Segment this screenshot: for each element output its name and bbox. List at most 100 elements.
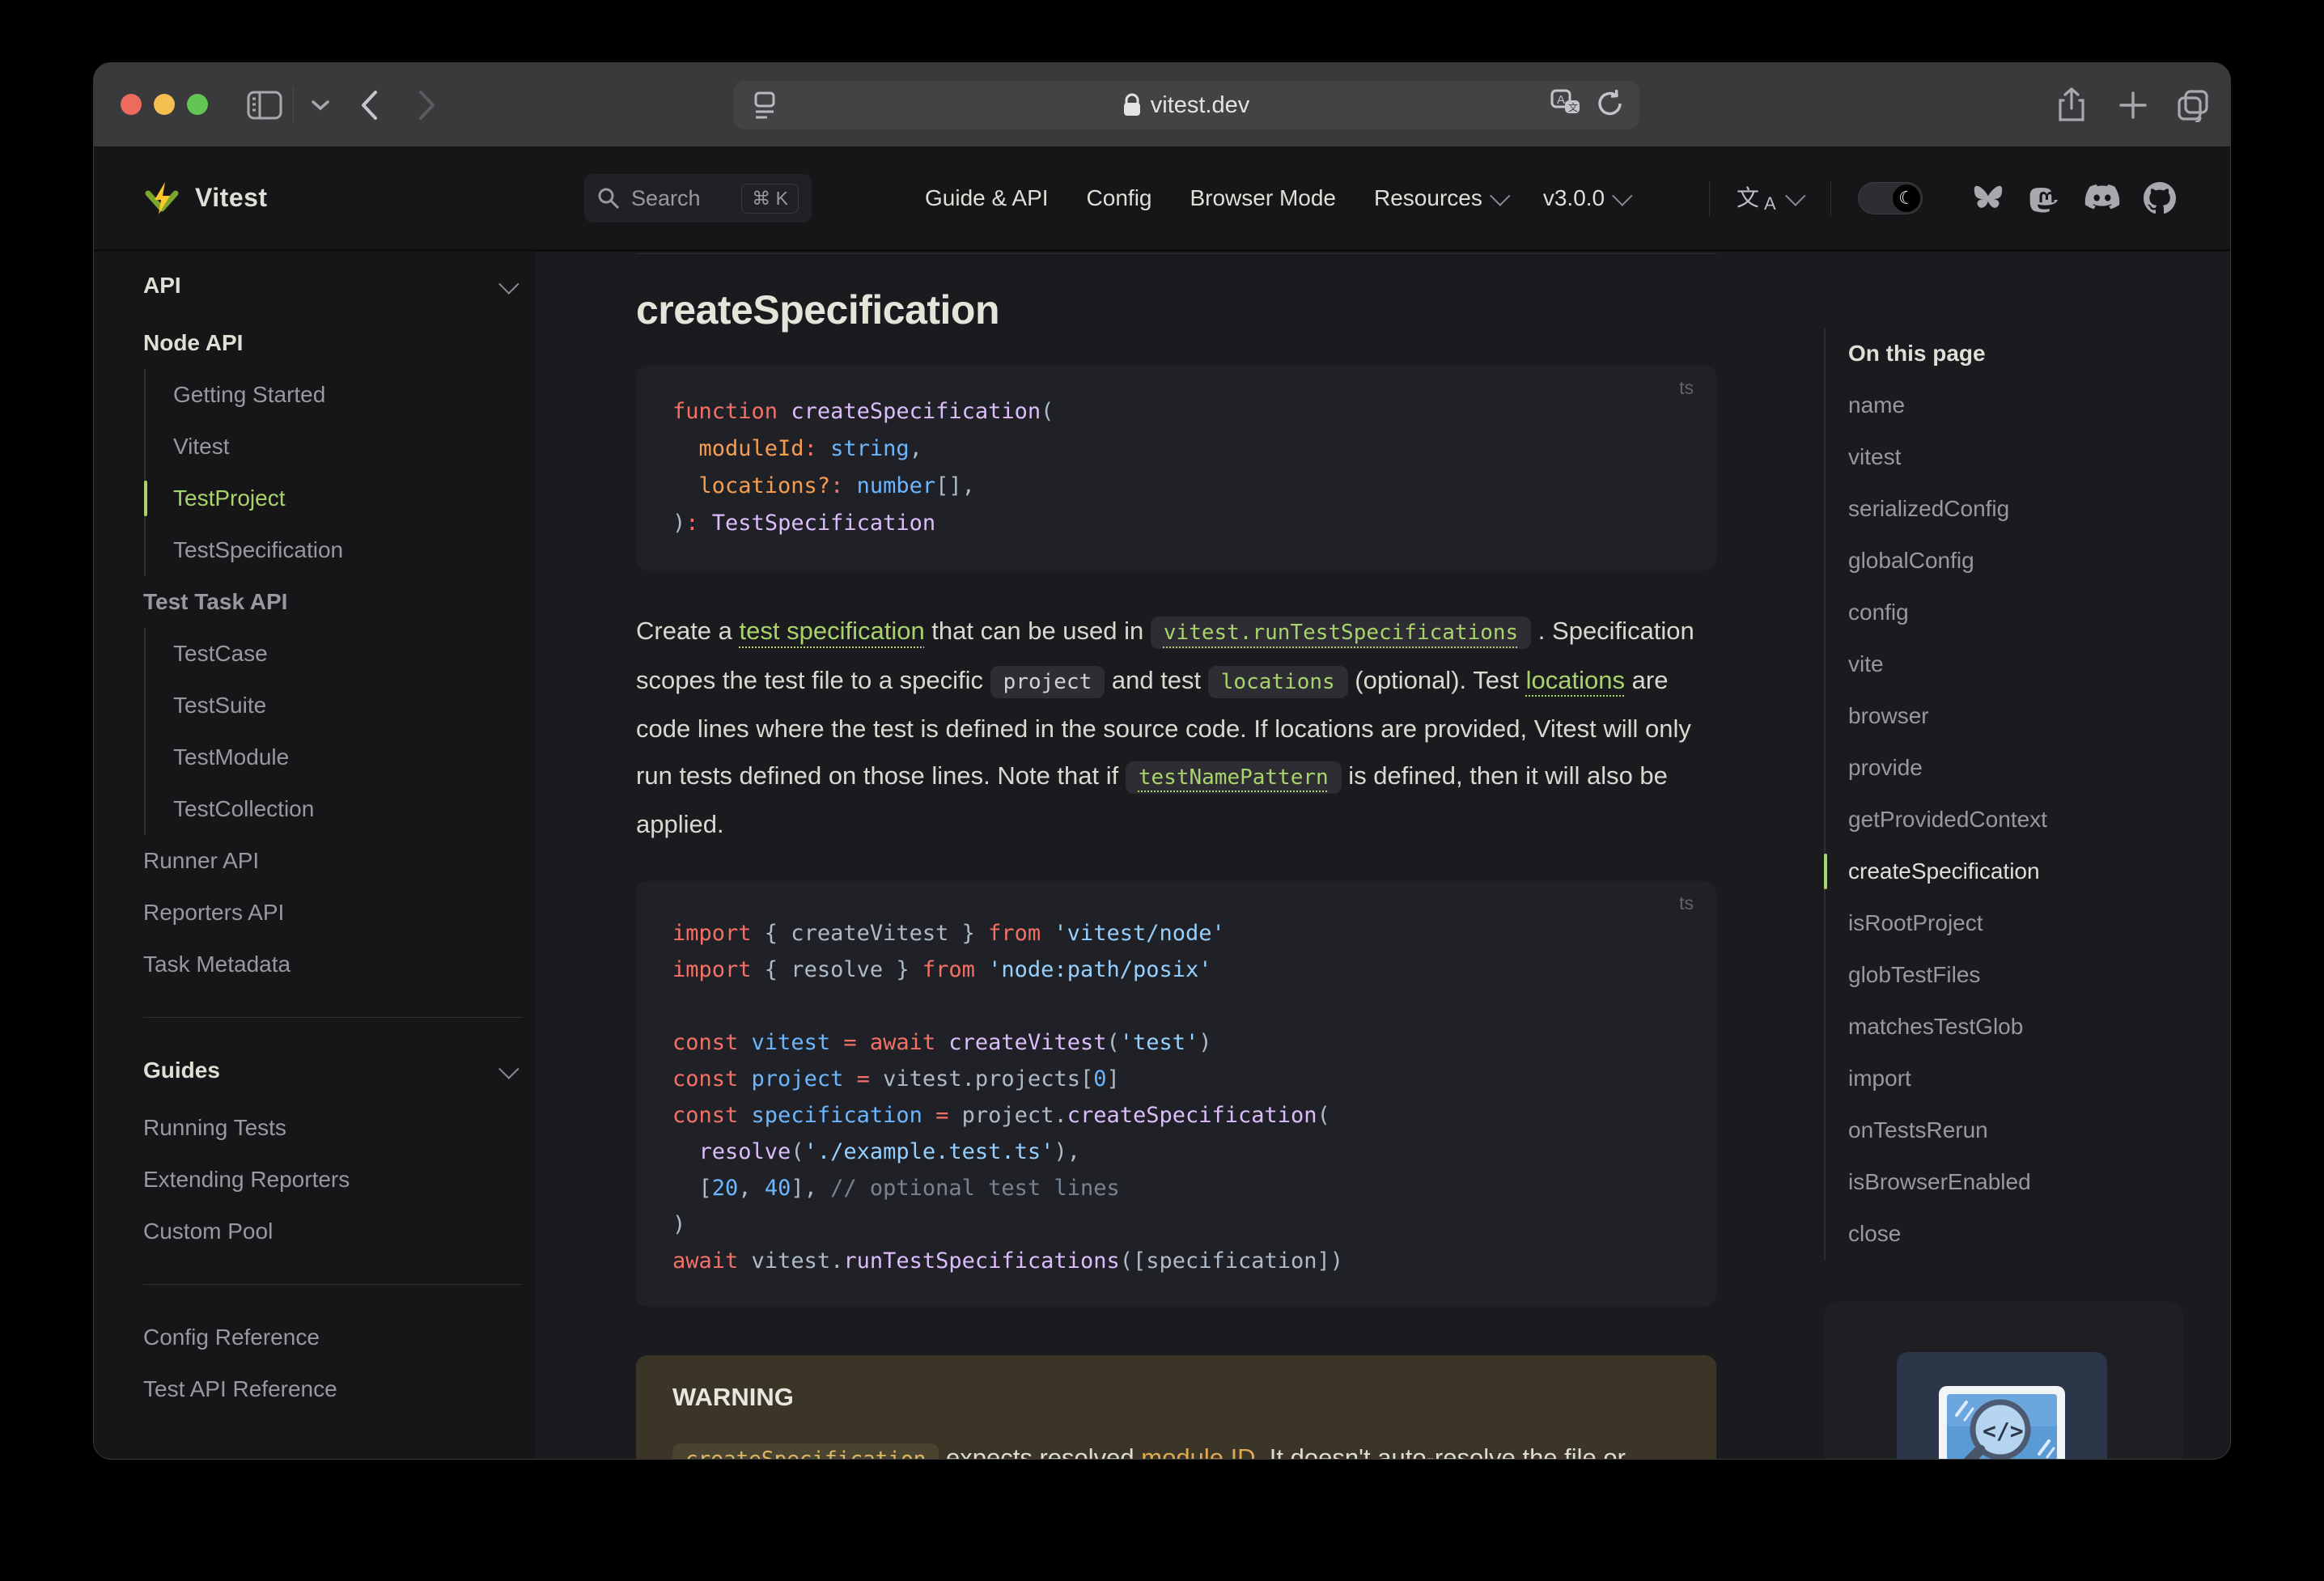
- zoom-window-button[interactable]: [187, 94, 208, 115]
- reload-icon[interactable]: [1596, 88, 1625, 123]
- site-logo[interactable]: Vitest: [143, 146, 268, 249]
- sidebar-item-extending-reporters[interactable]: Extending Reporters: [143, 1154, 524, 1206]
- body-text: that can be used in: [924, 617, 1151, 645]
- inline-code-link[interactable]: testNamePattern: [1125, 761, 1342, 794]
- outline-item-config[interactable]: config: [1848, 587, 2180, 638]
- sidebar-item-custom-pool[interactable]: Custom Pool: [143, 1206, 524, 1257]
- code-line: const project = vitest.projects[0]: [672, 1066, 1120, 1091]
- nav-item-resources[interactable]: Resources: [1374, 185, 1511, 211]
- mastodon-icon[interactable]: [2029, 182, 2061, 214]
- code-line: function createSpecification(: [672, 399, 1054, 424]
- sidebar-section-api[interactable]: API: [143, 260, 524, 312]
- translate-icon[interactable]: A 文: [1550, 89, 1583, 122]
- back-button[interactable]: [346, 63, 392, 146]
- address-bar[interactable]: vitest.dev A 文: [733, 81, 1639, 129]
- code-line: const vitest = await createVitest('test'…: [672, 1029, 1212, 1055]
- outline-item-vite[interactable]: vite: [1848, 638, 2180, 690]
- new-tab-icon[interactable]: [2110, 63, 2156, 146]
- code-block-signature[interactable]: ts function createSpecification( moduleI…: [636, 366, 1716, 570]
- code-line: const specification = project.createSpec…: [672, 1102, 1330, 1128]
- inline-code-link[interactable]: vitest.runTestSpecifications: [1150, 617, 1532, 649]
- sidebar-item-testproject[interactable]: TestProject: [144, 473, 524, 524]
- browser-toolbar: vitest.dev A 文: [94, 63, 2230, 147]
- outline-item-createspecification[interactable]: createSpecification: [1848, 846, 2180, 897]
- outline-item-name[interactable]: name: [1848, 379, 2180, 431]
- outline-item-isbrowserenabled[interactable]: isBrowserEnabled: [1848, 1156, 2180, 1208]
- code-line: ): TestSpecification: [672, 511, 936, 536]
- body-text: (optional). Test: [1347, 665, 1526, 694]
- nav-item-config[interactable]: Config: [1087, 185, 1152, 211]
- warning-body: createSpecification expects resolved mod…: [672, 1435, 1680, 1460]
- github-icon[interactable]: [2144, 181, 2176, 214]
- code-block-example[interactable]: ts import { createVitest } from 'vitest/…: [636, 880, 1716, 1307]
- bluesky-icon[interactable]: [1971, 183, 2005, 214]
- sidebar-item-runner-api[interactable]: Runner API: [143, 835, 524, 887]
- promo-card[interactable]: </>: [1824, 1302, 2183, 1459]
- nav-item-label: v3.0.0: [1542, 184, 1605, 210]
- sidebar-item-reporters-api[interactable]: Reporters API: [143, 887, 524, 939]
- outline-item-close[interactable]: close: [1848, 1208, 2180, 1260]
- minimize-window-button[interactable]: [154, 94, 175, 115]
- nav-item-browser-mode[interactable]: Browser Mode: [1190, 185, 1336, 211]
- close-window-button[interactable]: [121, 94, 142, 115]
- outline-item-ontestsrerun[interactable]: onTestsRerun: [1848, 1104, 2180, 1156]
- sidebar-item-testcollection[interactable]: TestCollection: [173, 783, 524, 835]
- nav-item-label: Config: [1086, 184, 1152, 210]
- sidebar-item-test-task-api[interactable]: Test Task API: [143, 576, 524, 628]
- sidebar-divider: [143, 1284, 523, 1285]
- outline-item-getprovidedcontext[interactable]: getProvidedContext: [1848, 794, 2180, 846]
- sidebar-section-guides[interactable]: Guides: [143, 1045, 524, 1096]
- sidebar-item-vitest[interactable]: Vitest: [173, 421, 524, 473]
- site-header: Vitest Search ⌘ K Guide & API Config Brows…: [94, 146, 2230, 252]
- sidebar-item-node-api[interactable]: Node API: [143, 317, 524, 369]
- doc-link[interactable]: locations: [1526, 666, 1625, 694]
- traffic-lights: [121, 94, 208, 115]
- nav-item-guide-api[interactable]: Guide & API: [925, 185, 1049, 211]
- outline-item-provide[interactable]: provide: [1848, 742, 2180, 794]
- doc-link[interactable]: module ID: [1141, 1443, 1255, 1460]
- lock-icon: [1123, 93, 1140, 116]
- outline-item-globtestfiles[interactable]: globTestFiles: [1848, 949, 2180, 1001]
- warning-callout: WARNING createSpecification expects reso…: [636, 1354, 1716, 1460]
- nav-item-label: Guide & API: [925, 184, 1049, 210]
- doc-link[interactable]: test specification: [740, 617, 925, 645]
- outline-item-globalconfig[interactable]: globalConfig: [1848, 535, 2180, 587]
- tab-overview-icon[interactable]: [2170, 63, 2216, 146]
- code-line: [20, 40], // optional test lines: [672, 1175, 1120, 1201]
- language-menu[interactable]: 文A: [1737, 146, 1806, 249]
- sidebar-item-getting-started[interactable]: Getting Started: [173, 369, 524, 421]
- outline-item-browser[interactable]: browser: [1848, 690, 2180, 742]
- code-scan-illustration: </>: [1897, 1352, 2107, 1459]
- sidebar-section-label: Guides: [143, 1058, 220, 1083]
- header-divider: [1709, 180, 1710, 216]
- sidebar-nav: API Node API Getting Started Vitest TestProj…: [94, 252, 535, 1459]
- url-text: vitest.dev: [733, 81, 1639, 129]
- sidebar-divider: [143, 1017, 523, 1018]
- description-paragraph: Create a test specification that can be …: [636, 608, 1716, 848]
- outline-item-serializedconfig[interactable]: serializedConfig: [1848, 483, 2180, 535]
- nav-item-v3-0-0[interactable]: v3.0.0: [1542, 184, 1633, 211]
- outline-item-matchestestglob[interactable]: matchesTestGlob: [1848, 1001, 2180, 1053]
- theme-toggle[interactable]: ☾: [1858, 182, 1923, 214]
- sidebar-chevron-icon[interactable]: [298, 63, 343, 146]
- sidebar-item-testmodule[interactable]: TestModule: [173, 731, 524, 783]
- outline-item-isrootproject[interactable]: isRootProject: [1848, 897, 2180, 949]
- outline-item-import[interactable]: import: [1848, 1053, 2180, 1104]
- share-icon[interactable]: [2049, 63, 2094, 146]
- sidebar-item-task-metadata[interactable]: Task Metadata: [143, 939, 524, 990]
- sidebar-item-test-api-reference[interactable]: Test API Reference: [143, 1363, 524, 1415]
- forward-button[interactable]: [405, 63, 450, 146]
- sidebar-item-testsuite[interactable]: TestSuite: [173, 680, 524, 731]
- search-button[interactable]: Search ⌘ K: [584, 174, 812, 223]
- outline-item-vitest[interactable]: vitest: [1848, 431, 2180, 483]
- sidebar-item-running-tests[interactable]: Running Tests: [143, 1102, 524, 1154]
- sidebar-item-testspecification[interactable]: TestSpecification: [173, 524, 524, 576]
- discord-icon[interactable]: [2084, 184, 2120, 213]
- sidebar-toggle-icon[interactable]: [242, 63, 287, 146]
- svg-text:A: A: [1557, 93, 1565, 107]
- header-divider: [1830, 180, 1831, 216]
- doc-content: createSpecification ts function createSp…: [636, 252, 1716, 1460]
- sidebar-item-config-reference[interactable]: Config Reference: [143, 1312, 524, 1363]
- sidebar-item-testcase[interactable]: TestCase: [173, 628, 524, 680]
- search-icon: [598, 188, 620, 210]
